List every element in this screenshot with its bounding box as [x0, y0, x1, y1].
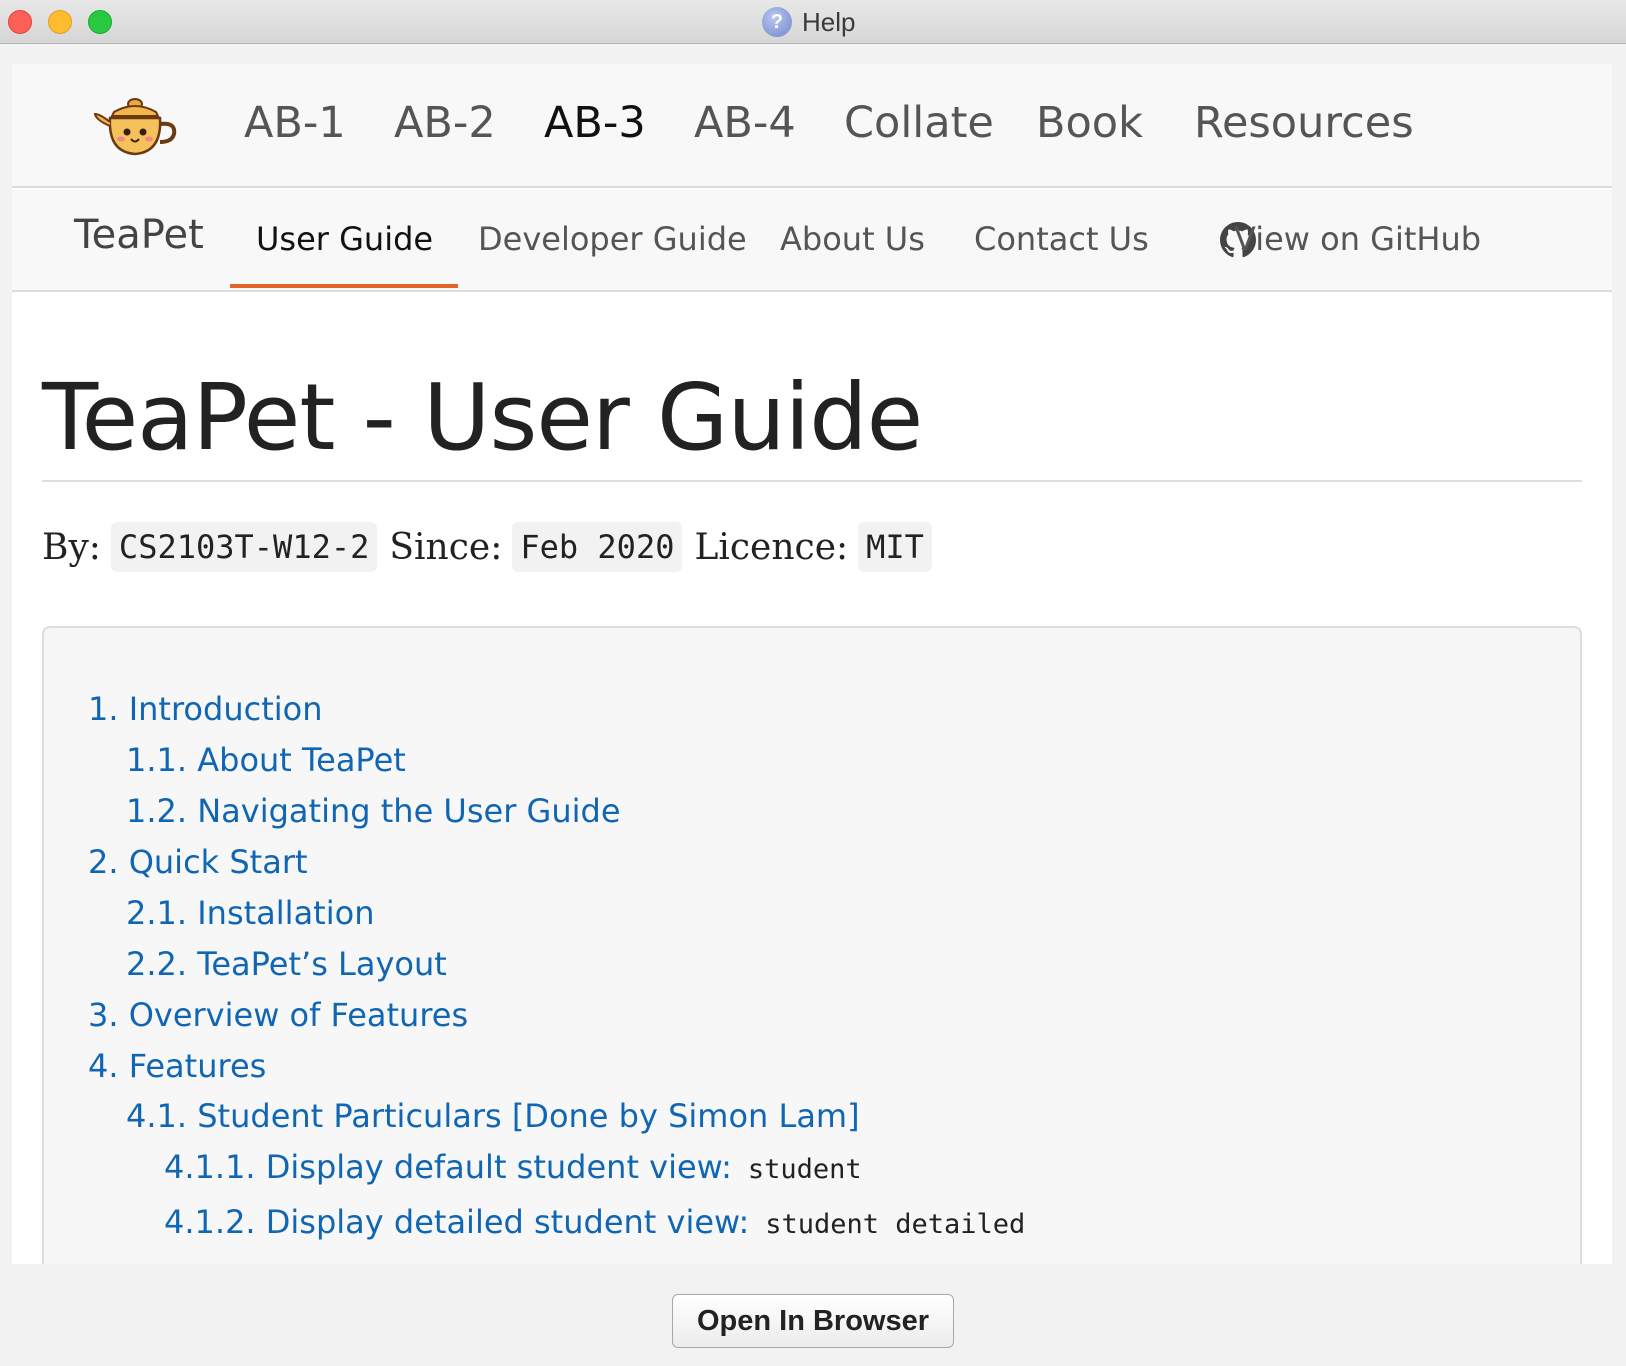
subnav-about-us[interactable]: About Us — [780, 220, 925, 258]
title-divider — [42, 480, 1582, 482]
toc-item[interactable]: 4.1. Student Particulars [Done by Simon … — [126, 1097, 860, 1135]
minimize-window-button[interactable] — [48, 10, 72, 34]
brand-link[interactable]: TeaPet — [74, 212, 204, 258]
subnav-contact-us[interactable]: Contact Us — [974, 220, 1149, 258]
toc-command-code: student detailed — [765, 1209, 1026, 1240]
subnav-view-on-github[interactable]: View on GitHub — [1234, 220, 1481, 258]
title-bar[interactable]: ? Help — [0, 0, 1626, 44]
by-value: CS2103T-W12-2 — [110, 522, 378, 572]
maximize-window-button[interactable] — [88, 10, 112, 34]
help-icon: ? — [762, 7, 792, 37]
toc-item[interactable]: 4. Features — [88, 1047, 266, 1085]
window-title: Help — [802, 6, 856, 37]
help-webview[interactable]: AB-1 AB-2 AB-3 AB-4 Collate Book Resourc… — [12, 64, 1612, 1264]
topnav-ab2[interactable]: AB-2 — [394, 98, 496, 148]
secondary-navbar: TeaPet User Guide Developer Guide About … — [12, 190, 1612, 292]
bottom-bar: Open In Browser — [0, 1264, 1626, 1366]
document-meta: By: CS2103T-W12-2 Since: Feb 2020 Licenc… — [42, 522, 944, 572]
top-navbar: AB-1 AB-2 AB-3 AB-4 Collate Book Resourc… — [12, 64, 1612, 188]
active-tab-underline — [230, 284, 458, 288]
help-window: ? Help AB-1 AB-2 AB-3 AB-4 Collate Book … — [0, 0, 1626, 1366]
toc-command-code: student — [747, 1154, 862, 1185]
by-label: By: — [42, 526, 101, 568]
topnav-resources[interactable]: Resources — [1194, 98, 1414, 148]
table-of-contents: 1. Introduction 1.1. About TeaPet 1.2. N… — [42, 626, 1582, 1264]
open-in-browser-button[interactable]: Open In Browser — [672, 1294, 954, 1348]
subnav-developer-guide[interactable]: Developer Guide — [478, 220, 747, 258]
toc-item[interactable]: 2. Quick Start — [88, 843, 308, 881]
since-label: Since: — [389, 526, 503, 568]
topnav-collate[interactable]: Collate — [844, 98, 994, 148]
toc-item[interactable]: 2.1. Installation — [126, 894, 374, 932]
subnav-user-guide[interactable]: User Guide — [256, 220, 433, 258]
since-value: Feb 2020 — [512, 522, 683, 572]
topnav-book[interactable]: Book — [1036, 98, 1143, 148]
toc-item[interactable]: 2.2. TeaPet’s Layout — [126, 945, 447, 983]
topnav-ab4[interactable]: AB-4 — [694, 98, 796, 148]
window-title-group: ? Help — [762, 6, 855, 38]
toc-item[interactable]: 1.1. About TeaPet — [126, 741, 406, 779]
toc-item[interactable]: 4.1.1. Display default student view: stud… — [164, 1148, 862, 1186]
teapot-logo-icon[interactable] — [92, 92, 178, 158]
toc-item[interactable]: 1. Introduction — [88, 690, 322, 728]
topnav-ab3[interactable]: AB-3 — [544, 98, 646, 148]
close-window-button[interactable] — [8, 10, 32, 34]
toc-item[interactable]: 4.1.2. Display detailed student view: stu… — [164, 1203, 1025, 1241]
licence-value: MIT — [858, 522, 932, 572]
page-title: TeaPet - User Guide — [42, 364, 923, 471]
licence-label: Licence: — [694, 526, 849, 568]
toc-item[interactable]: 3. Overview of Features — [88, 996, 468, 1034]
topnav-ab1[interactable]: AB-1 — [244, 98, 346, 148]
toc-item[interactable]: 1.2. Navigating the User Guide — [126, 792, 621, 830]
